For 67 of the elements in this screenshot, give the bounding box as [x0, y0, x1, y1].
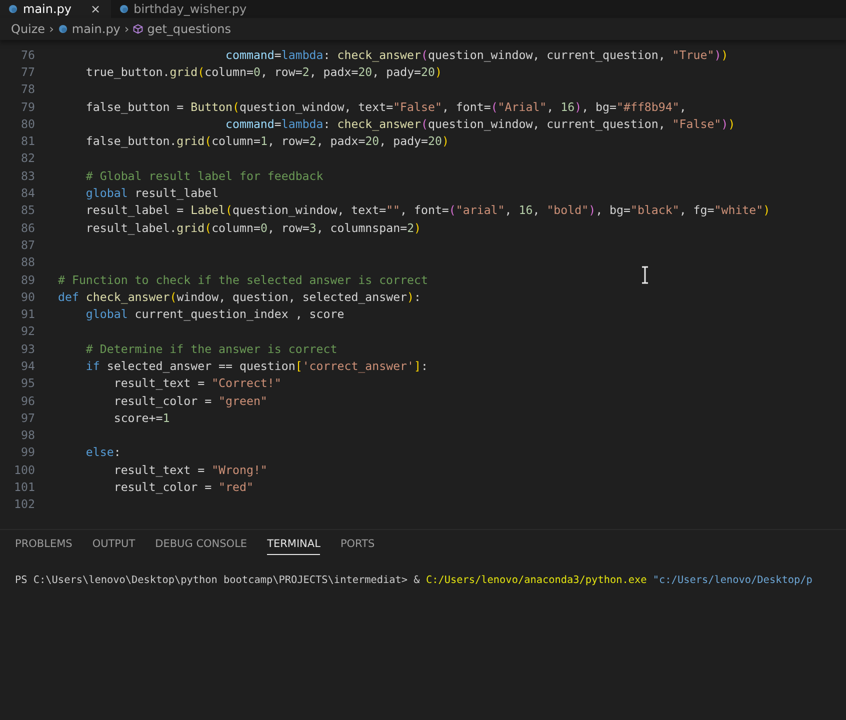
- line-number: 90: [20, 290, 35, 304]
- panel-tab[interactable]: PORTS: [340, 538, 375, 555]
- line-number: 79: [20, 100, 35, 114]
- line-number: 76: [20, 48, 35, 62]
- code-line: false_button.grid(column=1, row=2, padx=20, pady=20): [84, 134, 449, 148]
- python-file-icon: [8, 4, 18, 14]
- code-line: false_button = Button(question_window, text="False", font=("Arial", 16), bg="#ff8b94",: [84, 100, 686, 114]
- line-number: 77: [20, 64, 35, 79]
- line-number: 94: [20, 358, 35, 373]
- line-number: 101: [13, 480, 35, 494]
- code-line: global current_question_index , score: [84, 307, 344, 322]
- panel-tab[interactable]: PROBLEMS: [15, 538, 72, 555]
- line-number: 88: [20, 255, 35, 270]
- line-number: 100: [13, 462, 35, 477]
- line-number: 95: [20, 376, 35, 390]
- code-line: def check_answer(window, question, selected_answer):: [58, 290, 421, 304]
- code-line: result_label.grid(column=0, row=3, columnspan=2): [84, 220, 422, 235]
- line-number: 102: [13, 497, 35, 512]
- line-number: 83: [20, 168, 35, 183]
- line-number: 82: [20, 151, 35, 166]
- code-line: command=lambda: check_answer(question_window, current_question, "False")): [224, 116, 736, 131]
- breadcrumb-separator: ›: [124, 22, 130, 36]
- code-line: result_color = "green": [112, 394, 268, 408]
- code-line: result_label = Label(question_window, text="", font=("arial", 16, "bold"), bg="black", fg="white"): [84, 203, 770, 218]
- terminal-line: PS C:\Users\lenovo\Desktop\python bootcamp\PROJECTS\intermediat> & C:/Users/lenovo/anaconda3/python.exe "c:/Users/lenovo/Desktop/p: [14, 575, 814, 586]
- line-number: 81: [20, 134, 35, 148]
- tab-label: main.py: [23, 2, 72, 16]
- line-number: 98: [20, 428, 35, 442]
- line-number: 91: [20, 307, 35, 322]
- tab-label: birthday_wisher.py: [134, 2, 247, 16]
- panel-tab[interactable]: OUTPUT: [92, 538, 136, 555]
- code-line: else:: [84, 445, 121, 460]
- line-number: 78: [20, 82, 35, 96]
- text-cursor-icon: [641, 266, 649, 284]
- line-number: 84: [20, 186, 35, 200]
- panel-tab[interactable]: TERMINAL: [267, 538, 320, 555]
- breadcrumb-item[interactable]: Quize: [11, 22, 46, 36]
- panel-tab[interactable]: DEBUG CONSOLE: [155, 538, 248, 555]
- code-line: if selected_answer == question['correct_answer']:: [84, 358, 428, 373]
- breadcrumb-item[interactable]: main.py: [72, 22, 120, 36]
- line-number: 97: [20, 410, 35, 425]
- code-line: # Global result label for feedback: [84, 168, 324, 183]
- code-line: result_color = "red": [112, 480, 254, 494]
- line-number: 93: [20, 342, 35, 356]
- code-line: result_text = "Wrong!": [112, 462, 268, 477]
- line-number: 89: [20, 272, 35, 286]
- python-file-icon: [58, 24, 68, 34]
- code-line: command=lambda: check_answer(question_window, current_question, "True")): [224, 48, 728, 62]
- line-number: 87: [20, 238, 35, 252]
- breadcrumb-separator: ›: [49, 22, 54, 36]
- code-line: # Function to check if the selected answer is correct: [58, 272, 428, 286]
- code-line: score+=1: [112, 410, 170, 425]
- line-number: 96: [20, 394, 35, 408]
- line-number: 92: [20, 324, 35, 338]
- breadcrumb-item[interactable]: get_questions: [147, 22, 232, 36]
- line-number: 99: [20, 445, 35, 460]
- code-line: true_button.grid(column=0, row=2, padx=20, pady=20): [84, 64, 442, 79]
- close-icon[interactable]: ×: [90, 2, 101, 16]
- code-line: result_text = "Correct!": [112, 376, 282, 390]
- code-line: # Determine if the answer is correct: [84, 342, 338, 356]
- line-number: 86: [20, 220, 35, 235]
- line-number: 80: [20, 116, 35, 131]
- editor-tab[interactable]: main.py ×: [0, 0, 111, 18]
- code-line: global result_label: [84, 186, 219, 200]
- line-number: 85: [20, 203, 35, 218]
- cube-icon: [133, 24, 144, 34]
- python-file-icon: [118, 4, 129, 14]
